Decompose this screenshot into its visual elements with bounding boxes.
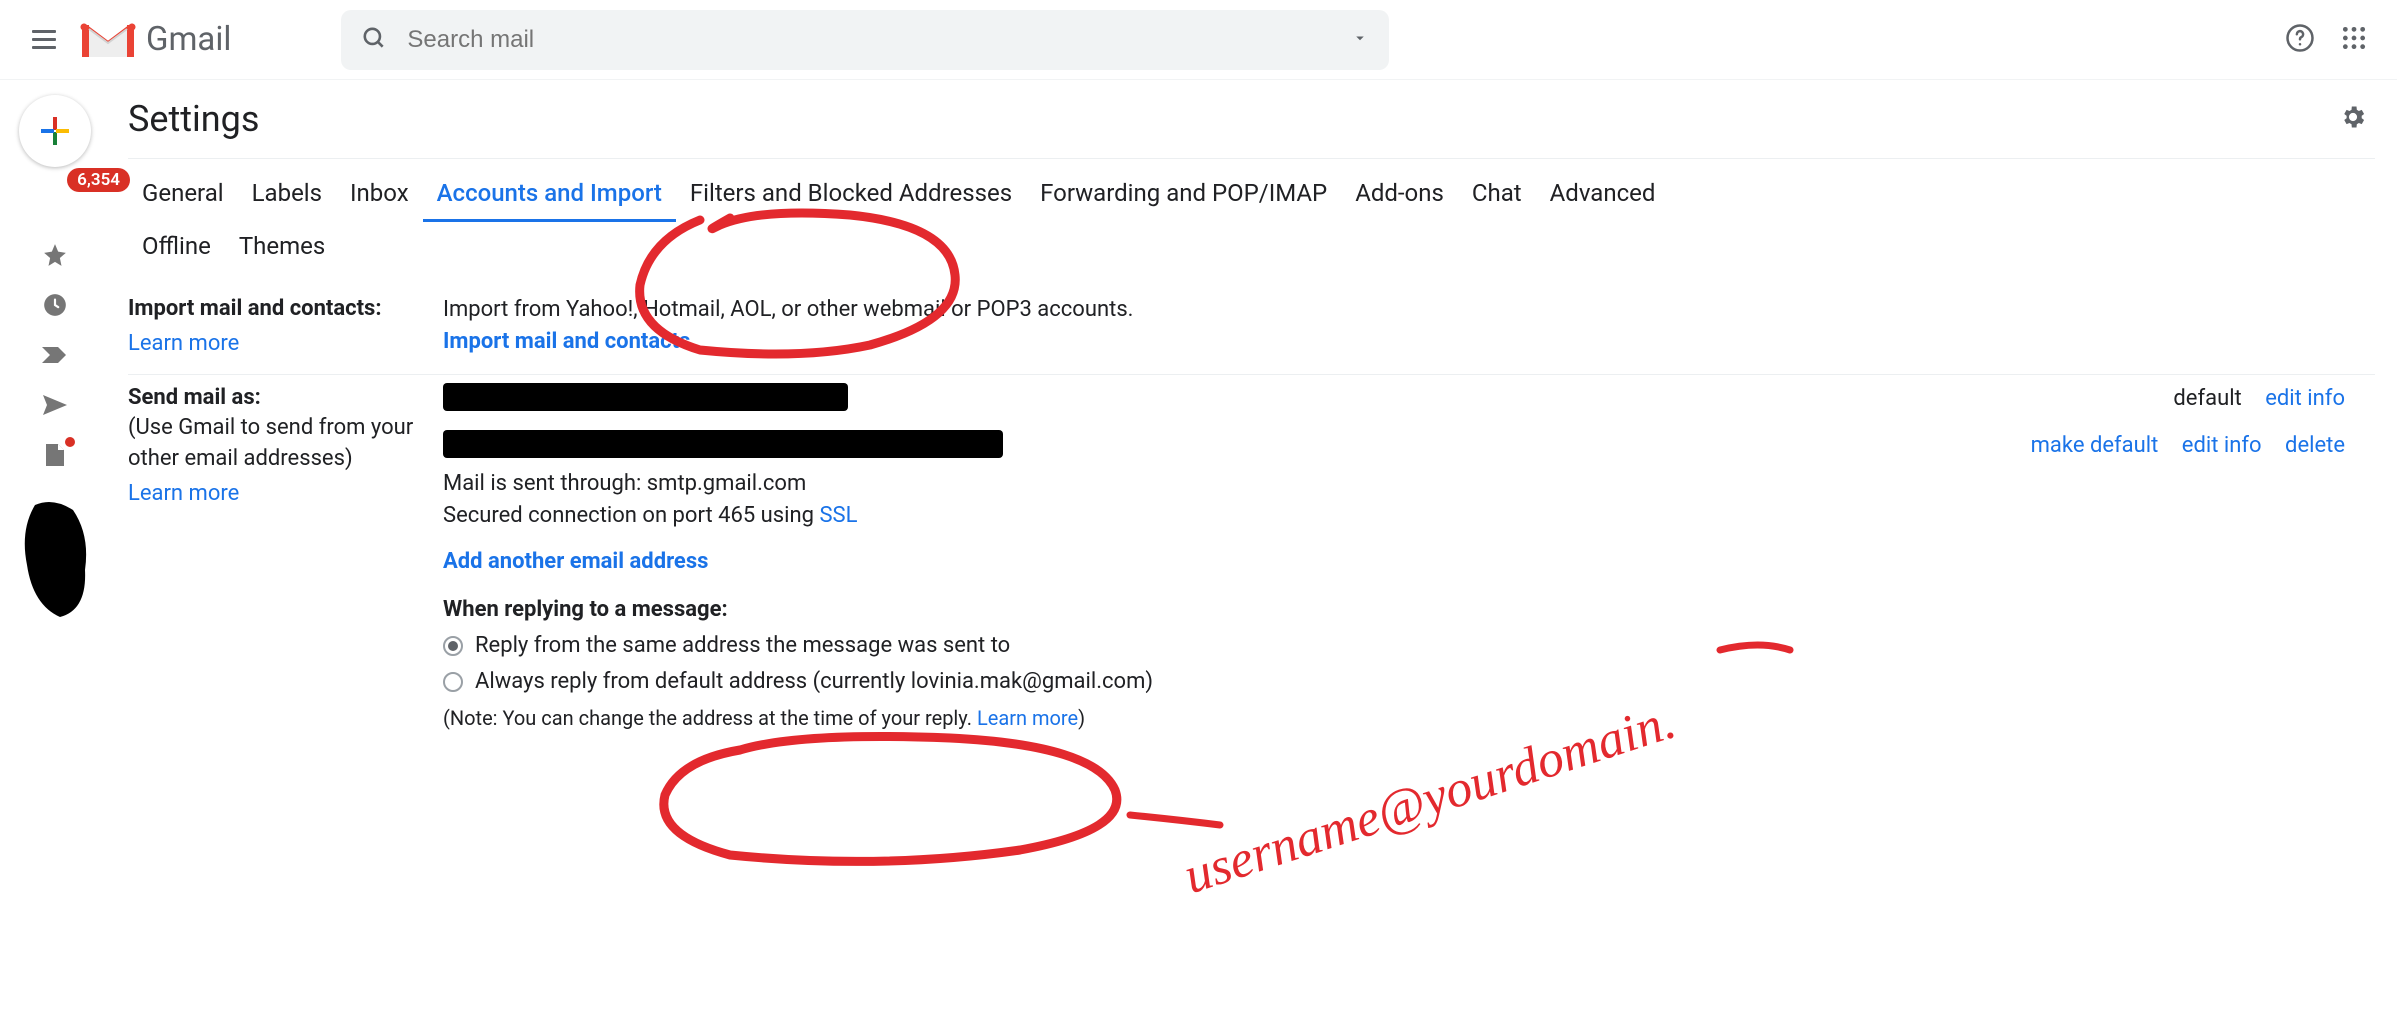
redacted-email-1: [443, 383, 848, 411]
reply-note-pre: (Note: You can change the address at the…: [443, 706, 977, 730]
tab-filters[interactable]: Filters and Blocked Addresses: [676, 169, 1026, 222]
starred-icon[interactable]: [31, 239, 79, 271]
drafts-notification-dot: [65, 437, 75, 447]
secured-connection-text: Secured connection on port 465 using: [443, 503, 819, 528]
page-title: Settings: [128, 98, 259, 140]
ssl-link[interactable]: SSL: [819, 503, 857, 528]
reply-note-learn-more-link[interactable]: Learn more: [977, 706, 1078, 730]
tab-labels[interactable]: Labels: [238, 169, 336, 222]
search-box[interactable]: [341, 10, 1389, 70]
tab-advanced[interactable]: Advanced: [1536, 169, 1670, 222]
main-area: 6,354 Settings: [0, 80, 2397, 1025]
section-send-mail-as: Send mail as: (Use Gmail to send from yo…: [128, 375, 2375, 747]
reply-note-post: ): [1078, 706, 1085, 730]
reply-heading: When replying to a message:: [443, 594, 2375, 626]
gmail-m-icon: [80, 19, 136, 61]
send-as-row-2: Mail is sent through: smtp.gmail.com Sec…: [443, 430, 2375, 532]
important-icon[interactable]: [31, 339, 79, 371]
search-input[interactable]: [407, 26, 1351, 54]
default-label: default: [2173, 386, 2241, 411]
drafts-icon[interactable]: [31, 439, 79, 471]
compose-button[interactable]: [19, 95, 91, 167]
inbox-count-badge: 6,354: [67, 168, 130, 192]
reply-same-address-radio[interactable]: [443, 636, 463, 656]
settings-gear-icon[interactable]: [2339, 103, 2367, 135]
reply-opt2-label: Always reply from default address (curre…: [475, 666, 1153, 698]
make-default-link[interactable]: make default: [2031, 433, 2159, 458]
redacted-sidebar-item: [15, 495, 95, 625]
redacted-email-2: [443, 430, 1003, 458]
tab-addons[interactable]: Add-ons: [1341, 169, 1458, 222]
reply-opt1-label: Reply from the same address the message …: [475, 630, 1010, 662]
main-menu-button[interactable]: [20, 16, 68, 64]
help-icon[interactable]: [2285, 23, 2315, 57]
search-options-dropdown-icon[interactable]: [1351, 29, 1369, 51]
sidebar: 6,354: [0, 80, 110, 1025]
tab-accounts-import[interactable]: Accounts and Import: [423, 169, 676, 222]
import-title: Import mail and contacts:: [128, 296, 382, 321]
gmail-logo-text: Gmail: [146, 20, 231, 59]
send-as-learn-more-link[interactable]: Learn more: [128, 479, 239, 510]
edit-info-link-2[interactable]: edit info: [2182, 433, 2262, 458]
settings-content: Settings General Labels Inbox Accounts a…: [110, 80, 2397, 1025]
snoozed-icon[interactable]: [31, 289, 79, 321]
hamburger-icon: [32, 30, 56, 49]
tab-inbox[interactable]: Inbox: [336, 169, 423, 222]
import-mail-contacts-link[interactable]: Import mail and contacts: [443, 329, 690, 354]
tab-chat[interactable]: Chat: [1458, 169, 1536, 222]
add-another-email-link[interactable]: Add another email address: [443, 549, 708, 574]
delete-link[interactable]: delete: [2285, 433, 2345, 458]
tab-themes[interactable]: Themes: [225, 222, 339, 272]
send-as-title: Send mail as:: [128, 385, 261, 410]
send-as-sub: (Use Gmail to send from your other email…: [128, 415, 413, 471]
send-as-row-1: default edit info: [443, 383, 2375, 421]
tab-general[interactable]: General: [128, 169, 238, 222]
tab-offline[interactable]: Offline: [128, 222, 225, 272]
mail-sent-through: Mail is sent through: smtp.gmail.com: [443, 471, 806, 496]
reply-default-address-radio[interactable]: [443, 672, 463, 692]
import-desc: Import from Yahoo!, Hotmail, AOL, or oth…: [443, 297, 1133, 322]
plus-icon: [37, 113, 73, 149]
search-icon: [361, 25, 387, 55]
reply-options: When replying to a message: Reply from t…: [443, 594, 2375, 733]
tab-forwarding[interactable]: Forwarding and POP/IMAP: [1026, 169, 1341, 222]
section-import-mail: Import mail and contacts: Learn more Imp…: [128, 286, 2375, 375]
gmail-logo[interactable]: Gmail: [80, 19, 231, 61]
sent-icon[interactable]: [31, 389, 79, 421]
import-learn-more-link[interactable]: Learn more: [128, 329, 239, 360]
apps-grid-icon[interactable]: [2341, 25, 2367, 55]
settings-tabs: General Labels Inbox Accounts and Import…: [128, 158, 2375, 272]
app-header: Gmail: [0, 0, 2397, 80]
edit-info-link-1[interactable]: edit info: [2265, 386, 2345, 411]
